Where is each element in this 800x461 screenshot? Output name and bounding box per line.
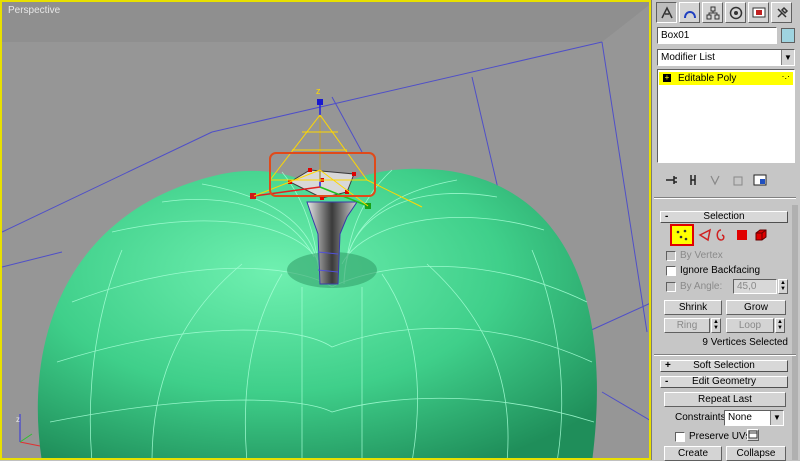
tab-motion[interactable] [725, 2, 746, 23]
ignore-backfacing-checkbox[interactable] [666, 265, 676, 276]
object-name-field[interactable]: Box01 [657, 27, 777, 44]
selection-status: 9 Vertices Selected [702, 337, 788, 348]
show-end-result-button[interactable] [683, 171, 705, 189]
constraints-value: None [728, 412, 752, 423]
expand-plus-icon: + [665, 360, 671, 371]
ring-button[interactable]: Ring [664, 318, 710, 333]
vertex-icon [676, 229, 688, 241]
pin-icon [666, 176, 677, 184]
modify-tab-icon [683, 10, 696, 18]
ring-spinner[interactable]: ▲ ▼ [711, 318, 721, 333]
object-color-swatch[interactable] [781, 28, 795, 43]
preserve-uvs-settings-button[interactable] [747, 429, 759, 441]
utilities-tab-icon [776, 6, 788, 18]
panel-tabs [656, 2, 792, 24]
make-unique-icon [710, 175, 720, 186]
grow-button[interactable]: Grow [726, 300, 786, 315]
by-angle-label: By Angle: [680, 281, 723, 292]
border-mode-button[interactable] [712, 226, 730, 244]
modifier-list-dropdown[interactable]: Modifier List ▼ [657, 49, 795, 66]
repeat-last-button[interactable]: Repeat Last [664, 392, 786, 407]
preserve-uvs-checkbox[interactable] [675, 431, 685, 442]
edge-icon [698, 228, 712, 242]
polygon-icon [737, 230, 747, 240]
remove-modifier-button[interactable] [727, 171, 749, 189]
configure-icon [753, 174, 767, 186]
angle-input[interactable]: 45,0 [733, 279, 777, 294]
by-vertex-row[interactable]: By Vertex [666, 249, 723, 262]
soft-selection-rollout-header[interactable]: + Soft Selection [660, 360, 788, 372]
display-tab-icon [752, 7, 765, 17]
polygon-mode-button[interactable] [733, 226, 751, 244]
hierarchy-tab-icon [706, 6, 719, 19]
tab-modify[interactable] [679, 2, 700, 23]
stack-item-label: Editable Poly [678, 73, 737, 84]
selection-rollout-header[interactable]: - Selection [660, 211, 788, 223]
tab-display[interactable] [748, 2, 769, 23]
by-vertex-checkbox[interactable] [666, 250, 676, 261]
create-button[interactable]: Create [664, 446, 722, 461]
angle-spinner[interactable]: ▲ ▼ [778, 279, 788, 294]
panel-scrollbar[interactable] [792, 205, 798, 460]
panel-divider [654, 354, 796, 356]
preserve-uvs-label: Preserve UVs [689, 431, 751, 442]
soft-selection-title: Soft Selection [693, 360, 755, 371]
object-name-value: Box01 [661, 30, 690, 41]
perspective-viewport[interactable]: z z Perspective [0, 0, 651, 460]
edit-geometry-title: Edit Geometry [692, 376, 756, 387]
tab-utilities[interactable] [771, 2, 792, 23]
loop-spinner[interactable]: ▲ ▼ [775, 318, 785, 333]
by-angle-row[interactable]: By Angle: [666, 280, 722, 293]
expand-plus-icon[interactable]: + [663, 74, 671, 82]
vertex-dots-icon: ·.· [781, 71, 791, 81]
collapse-minus-icon: - [665, 376, 669, 387]
panel-divider [654, 197, 796, 199]
ignore-backfacing-label: Ignore Backfacing [680, 265, 761, 276]
pin-stack-button[interactable] [661, 171, 683, 189]
modifier-stack[interactable]: + Editable Poly ·.· [657, 69, 795, 163]
element-mode-button[interactable] [752, 226, 770, 244]
modifier-list-label: Modifier List [661, 52, 715, 63]
settings-window-icon [748, 430, 758, 439]
chevron-down-icon: ▼ [781, 50, 794, 65]
selection-rollout-title: Selection [703, 211, 745, 222]
loop-button[interactable]: Loop [726, 318, 774, 333]
make-unique-button[interactable] [705, 171, 727, 189]
angle-value: 45,0 [737, 281, 757, 292]
collapse-button[interactable]: Collapse [726, 446, 786, 461]
constraints-dropdown[interactable]: None ▼ [724, 410, 784, 426]
preserve-uvs-row[interactable]: Preserve UVs [675, 430, 751, 443]
viewport-label[interactable]: Perspective [8, 5, 60, 16]
chevron-down-icon: ▼ [770, 411, 783, 425]
stack-item-editable-poly[interactable]: + Editable Poly ·.· [659, 71, 793, 85]
border-icon [716, 229, 725, 241]
ignore-backfacing-row[interactable]: Ignore Backfacing [666, 264, 760, 277]
viewport-scene: z z [2, 5, 649, 458]
create-tab-icon [660, 5, 673, 18]
stack-toolbar [661, 171, 771, 189]
end-result-icon [690, 175, 696, 185]
edit-geometry-rollout-header[interactable]: - Edit Geometry [660, 376, 788, 388]
by-angle-checkbox[interactable] [666, 281, 676, 292]
constraints-label: Constraints: [675, 412, 729, 423]
by-vertex-label: By Vertex [680, 250, 723, 261]
svg-text:z: z [316, 86, 321, 96]
configure-sets-button[interactable] [749, 171, 771, 189]
tab-create[interactable] [656, 2, 677, 23]
motion-tab-icon [729, 6, 742, 19]
element-icon [755, 229, 767, 241]
vertex-mode-button[interactable] [670, 224, 694, 246]
svg-text:z: z [16, 415, 20, 424]
shrink-button[interactable]: Shrink [664, 300, 722, 315]
tab-hierarchy[interactable] [702, 2, 723, 23]
trash-icon [733, 176, 743, 186]
collapse-minus-icon: - [665, 211, 669, 222]
